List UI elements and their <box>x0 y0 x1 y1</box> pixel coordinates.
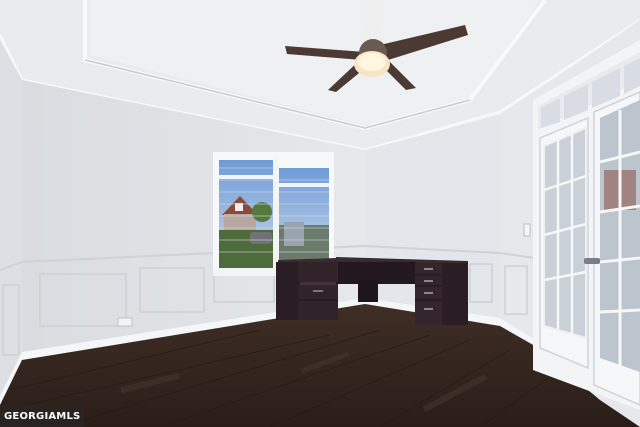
watermark-text: GEORGIAMLS <box>4 410 81 422</box>
window <box>213 152 334 276</box>
watermark: GEORGIAMLS <box>0 405 85 427</box>
light-switch <box>523 223 531 237</box>
french-doors <box>533 40 640 410</box>
room-photo <box>0 0 640 427</box>
wall-outlet <box>117 317 133 327</box>
